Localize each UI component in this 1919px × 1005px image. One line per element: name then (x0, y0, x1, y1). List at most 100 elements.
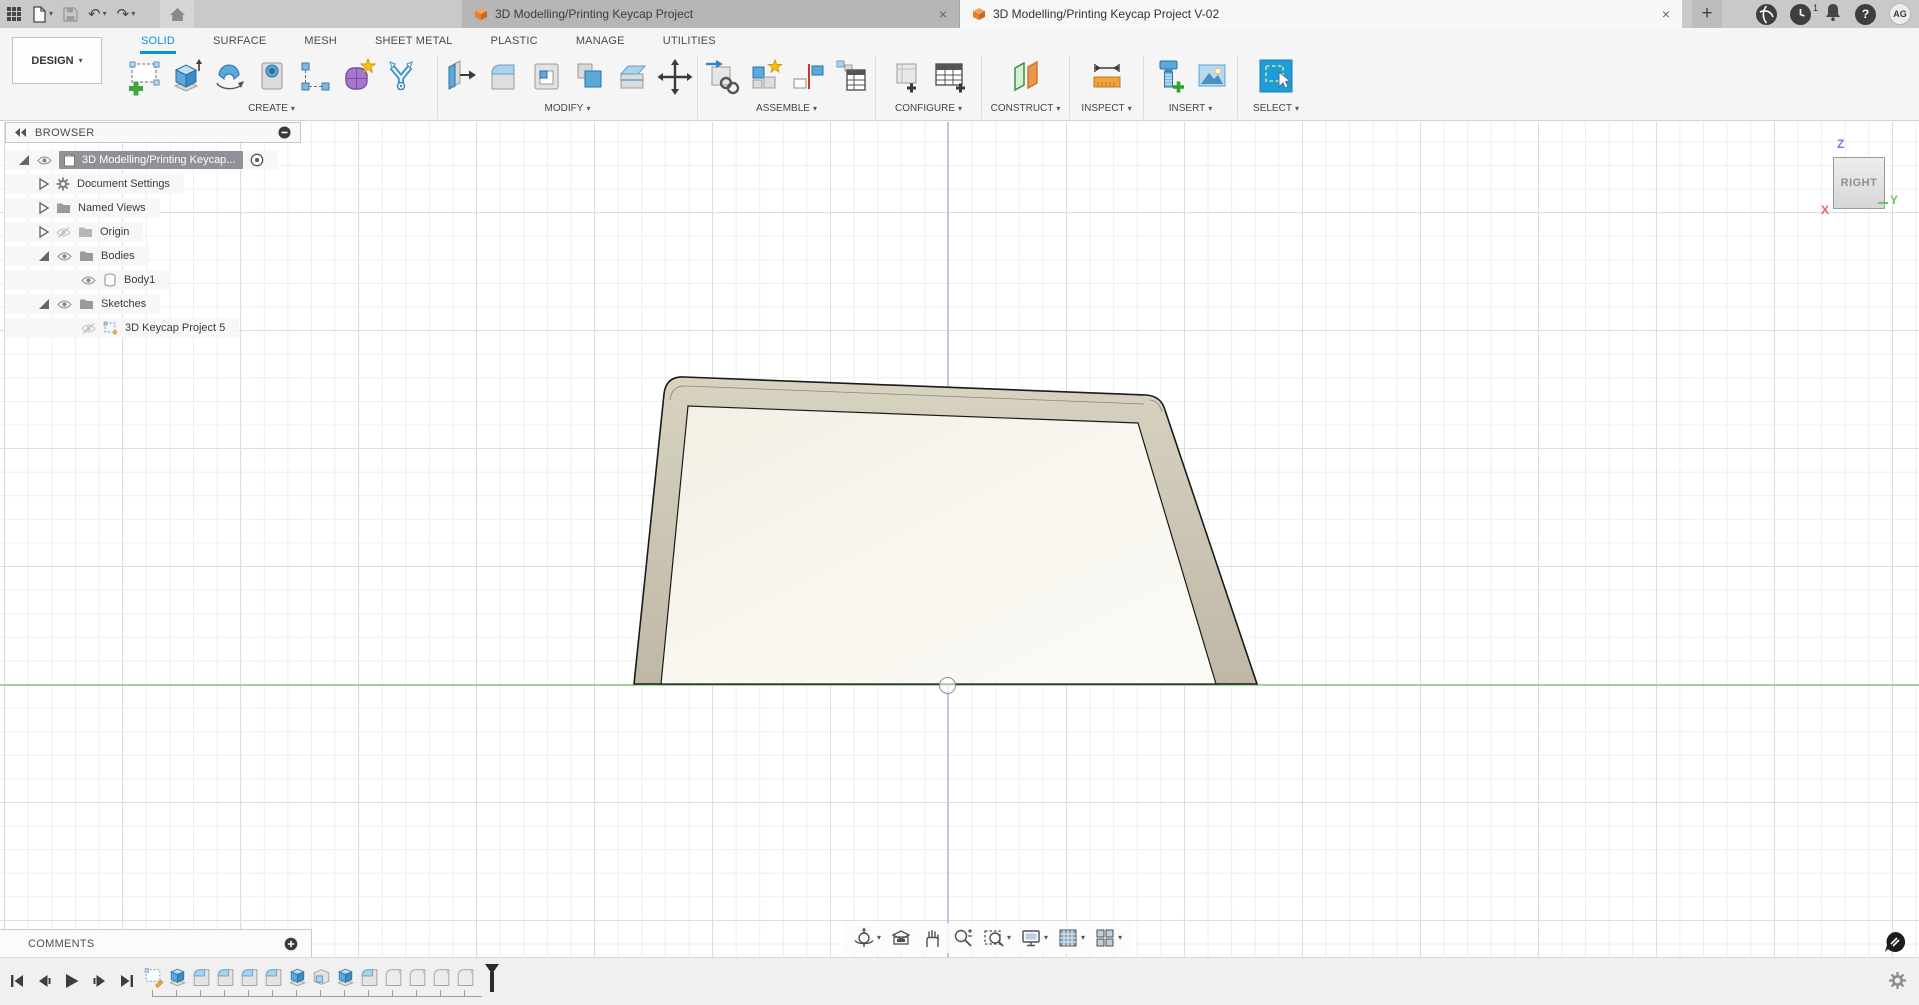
configuration-button[interactable] (888, 56, 926, 98)
visibility-eye-icon[interactable] (57, 251, 72, 262)
timeline-item-9-extrude[interactable] (335, 966, 356, 988)
revolve-button[interactable] (210, 56, 248, 98)
tree-row-origin[interactable]: Origin (5, 222, 143, 242)
document-tab-2[interactable]: 3D Modelling/Printing Keycap Project V-0… (960, 0, 1682, 28)
redo-button[interactable]: ↷ ▾ (117, 7, 136, 22)
orbit-button[interactable]: ▾ (853, 927, 881, 949)
timeline-item-7-extrude[interactable] (287, 966, 308, 988)
expanded-arrow-icon[interactable] (38, 250, 50, 262)
create-sketch-button[interactable] (124, 56, 162, 98)
zoom-window-button[interactable]: ▾ (983, 927, 1011, 949)
bom-button[interactable] (832, 56, 870, 98)
extensions-button[interactable] (1756, 4, 1777, 25)
create-form-button[interactable] (339, 56, 377, 98)
timeline-item-10-fillet[interactable] (359, 966, 380, 988)
collapsed-arrow-icon[interactable] (38, 202, 49, 214)
group-label-create[interactable]: CREATE▾ (248, 103, 295, 114)
tree-row-named-views[interactable]: Named Views (5, 198, 160, 218)
step-forward-button[interactable] (93, 974, 107, 988)
tab-solid[interactable]: SOLID (140, 33, 176, 54)
help-button[interactable]: ? (1855, 4, 1876, 25)
insert-derive-button[interactable] (703, 56, 741, 98)
timeline-item-4-fillet[interactable] (215, 966, 236, 988)
tree-row-sketches[interactable]: Sketches (5, 294, 160, 314)
group-label-inspect[interactable]: INSPECT▾ (1081, 103, 1131, 114)
user-avatar[interactable]: AG (1889, 3, 1911, 25)
pipe-button[interactable] (382, 56, 420, 98)
group-label-insert[interactable]: INSERT▾ (1169, 103, 1213, 114)
document-tab-1[interactable]: 3D Modelling/Printing Keycap Project × (462, 0, 960, 28)
group-label-assemble[interactable]: ASSEMBLE▾ (756, 103, 817, 114)
pan-button[interactable] (921, 927, 943, 949)
tab-sheet-metal[interactable]: SHEET METAL (374, 33, 454, 54)
group-label-select[interactable]: SELECT▾ (1253, 103, 1299, 114)
timeline-item-8-shell[interactable] (311, 966, 332, 988)
fillet-button[interactable] (484, 56, 522, 98)
browser-header[interactable]: BROWSER (5, 122, 301, 143)
viewport-canvas[interactable]: RIGHT Z X Y BROWSER (0, 122, 1919, 957)
viewports-button[interactable]: ▾ (1094, 927, 1122, 949)
tab-utilities[interactable]: UTILITIES (662, 33, 717, 54)
measure-button[interactable] (1088, 56, 1126, 98)
timeline-item-13-fillet2[interactable] (431, 966, 452, 988)
collapsed-arrow-icon[interactable] (38, 226, 49, 238)
root-component-chip[interactable]: 3D Modelling/Printing Keycap... (59, 151, 243, 169)
home-view-button[interactable] (160, 0, 194, 28)
new-document-tab-button[interactable]: + (1692, 0, 1722, 28)
timeline-item-2-extrude[interactable] (167, 966, 188, 988)
file-menu-button[interactable]: ▾ (32, 6, 53, 23)
tree-row-sketch-keycap-project-5[interactable]: 3D Keycap Project 5 (5, 318, 239, 338)
undo-button[interactable]: ↶ ▾ (88, 7, 107, 22)
new-component-button[interactable] (746, 56, 784, 98)
job-status-button[interactable]: 1 (1790, 4, 1811, 25)
fastener-button[interactable] (1150, 56, 1188, 98)
expanded-arrow-icon[interactable] (38, 298, 50, 310)
visibility-eye-icon[interactable] (81, 275, 96, 286)
extrude-button[interactable] (167, 56, 205, 98)
move-copy-button[interactable] (656, 56, 694, 98)
skip-to-end-button[interactable] (120, 974, 134, 988)
joint-button[interactable] (789, 56, 827, 98)
tree-row-document-settings[interactable]: Document Settings (5, 174, 184, 194)
app-grid-menu-button[interactable] (6, 6, 22, 22)
tree-row-root-component[interactable]: 3D Modelling/Printing Keycap... (5, 150, 278, 170)
add-comment-icon[interactable] (284, 937, 298, 951)
tab-close-button[interactable]: × (1660, 6, 1672, 22)
configuration-table-button[interactable] (931, 56, 969, 98)
tab-plastic[interactable]: PLASTIC (490, 33, 539, 54)
timeline-position-marker[interactable] (484, 964, 500, 994)
timeline-item-12-fillet2[interactable] (407, 966, 428, 988)
shell-button[interactable] (527, 56, 565, 98)
tree-row-body1[interactable]: Body1 (5, 270, 169, 290)
grid-snap-button[interactable]: ▾ (1057, 927, 1085, 949)
visibility-off-eye-icon[interactable] (81, 323, 96, 334)
tab-close-button[interactable]: × (937, 6, 949, 22)
combine-button[interactable] (570, 56, 608, 98)
display-settings-button[interactable]: ▾ (1020, 927, 1048, 949)
hole-button[interactable] (253, 56, 291, 98)
timeline-item-3-fillet[interactable] (191, 966, 212, 988)
group-label-configure[interactable]: CONFIGURE▾ (895, 103, 962, 114)
expanded-arrow-icon[interactable] (18, 154, 30, 166)
display-settings-caret[interactable]: ▾ (1044, 934, 1048, 942)
visibility-off-eye-icon[interactable] (56, 227, 71, 238)
tab-mesh[interactable]: MESH (303, 33, 338, 54)
orbit-caret[interactable]: ▾ (877, 934, 881, 942)
press-pull-button[interactable] (441, 56, 479, 98)
pattern-button[interactable] (296, 56, 334, 98)
visibility-eye-icon[interactable] (57, 299, 72, 310)
workspace-selector-button[interactable]: DESIGN ▾ (12, 37, 102, 84)
timeline-item-6-fillet[interactable] (263, 966, 284, 988)
look-at-button[interactable] (890, 927, 912, 949)
save-button[interactable] (63, 7, 78, 22)
tree-row-bodies[interactable]: Bodies (5, 246, 149, 266)
split-body-button[interactable] (613, 56, 651, 98)
comments-panel-header[interactable]: COMMENTS (0, 929, 312, 957)
notifications-button[interactable] (1824, 2, 1842, 27)
visibility-eye-icon[interactable] (37, 155, 52, 166)
keycap-body-model[interactable] (600, 360, 1280, 690)
activate-radio-icon[interactable] (250, 153, 264, 167)
timeline-item-11-fillet2[interactable] (383, 966, 404, 988)
zoom-button[interactable] (952, 927, 974, 949)
tab-surface[interactable]: SURFACE (212, 33, 267, 54)
